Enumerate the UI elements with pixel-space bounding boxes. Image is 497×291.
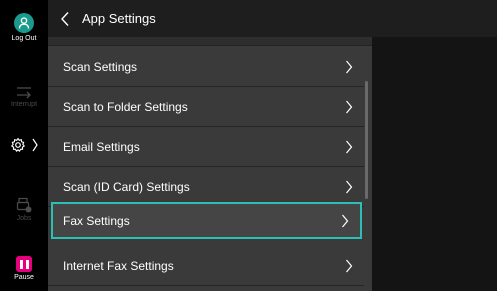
list-item[interactable]: Email Settings (48, 127, 364, 167)
chevron-right-icon (32, 138, 38, 152)
page-title: App Settings (82, 11, 156, 26)
pause-label: Pause (14, 274, 34, 281)
user-icon (14, 13, 34, 33)
side-rail: Log Out Interrupt Jobs Pause (0, 0, 48, 291)
chevron-left-icon (61, 11, 69, 26)
chevron-right-icon (334, 127, 364, 167)
logout-button[interactable]: Log Out (0, 13, 48, 42)
interrupt-button[interactable]: Interrupt (0, 85, 48, 108)
jobs-label: Jobs (16, 215, 32, 222)
gear-icon (10, 137, 25, 152)
list-item-selected[interactable]: Fax Settings (51, 202, 362, 239)
list-scrollbar[interactable] (365, 81, 368, 199)
chevron-right-icon (334, 87, 364, 127)
pause-button[interactable]: Pause (0, 256, 48, 281)
jobs-icon (16, 197, 32, 213)
interrupt-label: Interrupt (10, 101, 38, 108)
jobs-button[interactable]: Jobs (0, 197, 48, 222)
list-item[interactable]: Scan (ID Card) Settings (48, 167, 364, 207)
logout-label: Log Out (11, 35, 37, 42)
list-item-label: Scan to Folder Settings (63, 99, 188, 114)
list-item-label: Internet Fax Settings (63, 258, 174, 273)
list-item-label: Email Settings (63, 139, 140, 154)
pause-icon (16, 256, 32, 272)
chevron-right-icon (334, 246, 364, 286)
list-item[interactable]: Scan to Folder Settings (48, 87, 364, 127)
settings-nav-button[interactable] (0, 137, 48, 153)
list-item-label: Scan Settings (63, 59, 138, 74)
list-item[interactable]: Scan Settings (48, 47, 364, 87)
chevron-right-icon (330, 201, 360, 241)
header-bar: App Settings (48, 0, 497, 37)
list-item-label: Scan (ID Card) Settings (63, 179, 190, 194)
chevron-right-icon (334, 47, 364, 87)
list-top-divider (48, 37, 372, 46)
list-item[interactable]: Internet Fax Settings (48, 246, 364, 286)
interrupt-icon (17, 87, 31, 99)
content-background (372, 37, 497, 291)
list-item-label: Fax Settings (63, 213, 130, 228)
back-button[interactable] (48, 0, 82, 37)
settings-list: Scan Settings Scan to Folder Settings Em… (48, 37, 372, 291)
